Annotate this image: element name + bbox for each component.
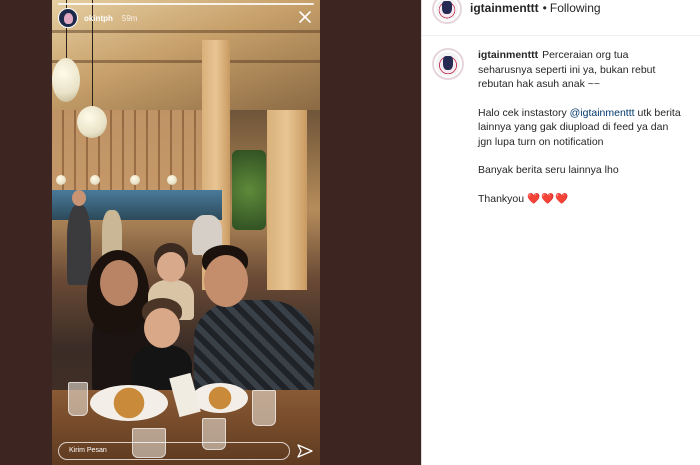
caption-thanks-line: Thankyou ❤️❤️❤️ xyxy=(478,192,683,207)
avatar[interactable] xyxy=(432,0,462,24)
caption-intro: igtainmenttt Perceraian org tua seharusny… xyxy=(478,48,683,92)
caption-story-note: Halo cek instastory @igtainmenttt utk be… xyxy=(478,106,683,150)
story-time: 59m xyxy=(121,13,138,23)
story-progress-bar xyxy=(58,3,314,5)
story-photo-plants xyxy=(232,150,266,230)
story-photo-man xyxy=(204,255,248,307)
send-icon[interactable] xyxy=(296,442,314,460)
caption-thanks: Thankyou xyxy=(478,192,525,205)
avatar[interactable] xyxy=(432,48,464,80)
story-photo-boy xyxy=(144,308,180,348)
story-footer: Kirim Pesan xyxy=(58,441,314,461)
story-photo-plate xyxy=(90,385,168,421)
post-username[interactable]: igtainmenttt xyxy=(470,1,539,15)
story-photo-girl xyxy=(157,252,185,282)
separator-dot: • xyxy=(542,0,547,15)
story-photo-glass xyxy=(68,382,88,416)
mention-link[interactable]: @igtainmenttt xyxy=(570,107,635,119)
story-photo-person xyxy=(67,205,91,285)
caption-username[interactable]: igtainmenttt xyxy=(478,49,538,61)
story-avatar[interactable] xyxy=(58,8,78,28)
story-photo-lamp xyxy=(130,175,140,185)
caption-more-news: Banyak berita seru lainnya lho xyxy=(478,164,619,176)
avatar-face xyxy=(442,56,454,71)
story-photo-lamp xyxy=(52,58,80,102)
post-panel: igtainmenttt • Following igtainmenttt Per… xyxy=(421,0,700,465)
story-photo-pillar xyxy=(267,110,307,290)
page: okintph 59m Kirim Pesan igtainmenttt • F… xyxy=(0,0,700,465)
caption-story-prefix: Halo cek instastory xyxy=(478,106,570,119)
post-caption: igtainmenttt Perceraian org tua seharusny… xyxy=(432,48,697,206)
following-button[interactable]: Following xyxy=(550,1,601,15)
story-photo-lamp xyxy=(56,175,66,185)
story-photo-plate xyxy=(192,383,248,413)
story-photo-woman xyxy=(100,260,138,306)
story-photo-man xyxy=(194,300,314,395)
story-username[interactable]: okintph xyxy=(84,14,113,23)
story-photo-person xyxy=(72,190,86,206)
close-icon[interactable] xyxy=(298,10,312,24)
story-photo-window xyxy=(52,110,202,200)
story-photo-lamp xyxy=(167,175,177,185)
avatar-face xyxy=(442,1,452,15)
story-photo-lamp xyxy=(90,175,100,185)
heart-icons: ❤️❤️❤️ xyxy=(527,192,570,205)
post-header: igtainmenttt • Following xyxy=(422,0,700,36)
story-photo-lamp xyxy=(77,106,107,138)
story-header: okintph 59m xyxy=(58,8,137,28)
caption-text: igtainmenttt Perceraian org tua seharusny… xyxy=(478,48,683,206)
reply-message-input[interactable]: Kirim Pesan xyxy=(58,442,290,460)
story-viewer[interactable]: okintph 59m Kirim Pesan xyxy=(52,0,320,465)
story-photo-glass xyxy=(252,390,276,426)
